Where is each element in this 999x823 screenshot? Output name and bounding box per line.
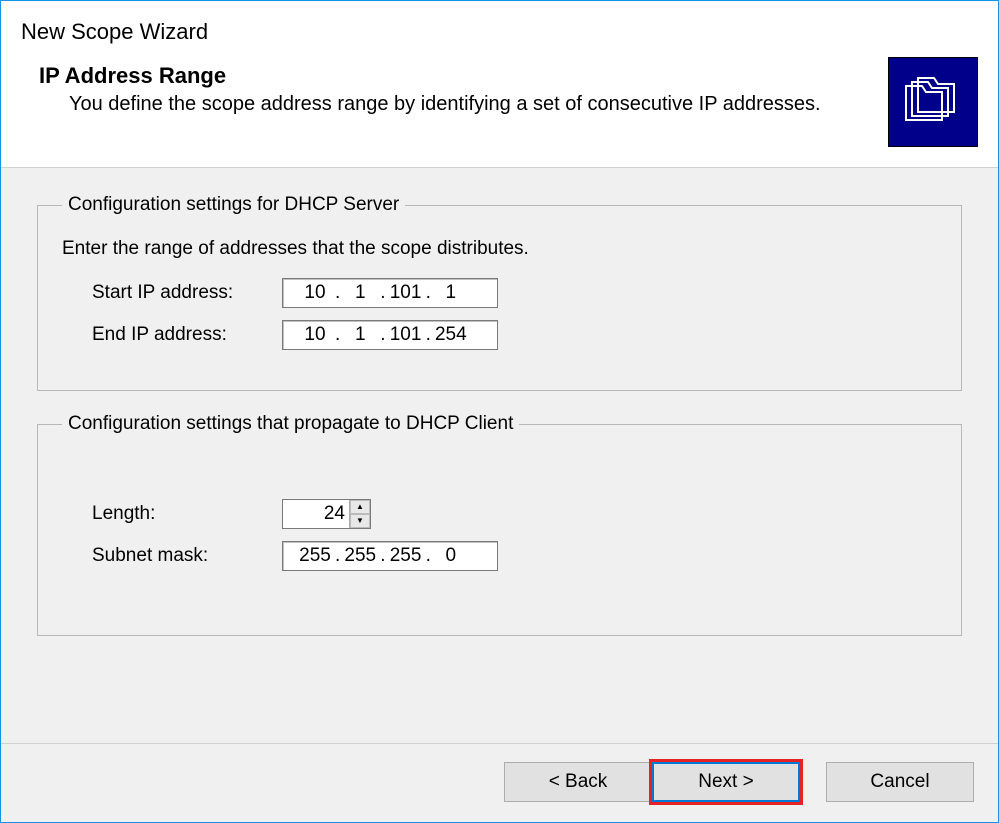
subnet-row: Subnet mask: 255. 255. 255. 0 [92,541,937,571]
subnet-label: Subnet mask: [92,545,282,567]
client-settings-group: Configuration settings that propagate to… [37,413,962,636]
server-settings-legend: Configuration settings for DHCP Server [62,194,405,216]
start-ip-label: Start IP address: [92,282,282,304]
start-ip-input[interactable]: 10. 1. 101. 1 [282,278,498,308]
length-label: Length: [92,503,282,525]
back-button[interactable]: < Back [504,762,652,802]
wizard-button-bar: < Back Next > Cancel [1,743,998,822]
length-input[interactable] [283,500,349,528]
end-ip-row: End IP address: 10. 1. 101. 254 [92,320,937,350]
window-title: New Scope Wizard [21,19,888,45]
length-spin-up[interactable]: ▲ [350,500,370,514]
scope-folder-icon [888,57,978,147]
range-instruction: Enter the range of addresses that the sc… [62,238,937,260]
subnet-mask-input[interactable]: 255. 255. 255. 0 [282,541,498,571]
wizard-content: Configuration settings for DHCP Server E… [1,167,998,743]
length-spin-down[interactable]: ▼ [350,514,370,528]
client-settings-legend: Configuration settings that propagate to… [62,413,519,435]
end-ip-label: End IP address: [92,324,282,346]
wizard-window: New Scope Wizard IP Address Range You de… [0,0,999,823]
start-ip-row: Start IP address: 10. 1. 101. 1 [92,278,937,308]
length-row: Length: ▲ ▼ [92,499,937,529]
page-subtitle: You define the scope address range by id… [69,93,888,116]
next-button[interactable]: Next > [652,762,800,802]
length-spinner[interactable]: ▲ ▼ [282,499,371,529]
cancel-button[interactable]: Cancel [826,762,974,802]
server-settings-group: Configuration settings for DHCP Server E… [37,194,962,391]
end-ip-input[interactable]: 10. 1. 101. 254 [282,320,498,350]
wizard-header: New Scope Wizard IP Address Range You de… [1,1,998,167]
page-title: IP Address Range [39,63,888,89]
